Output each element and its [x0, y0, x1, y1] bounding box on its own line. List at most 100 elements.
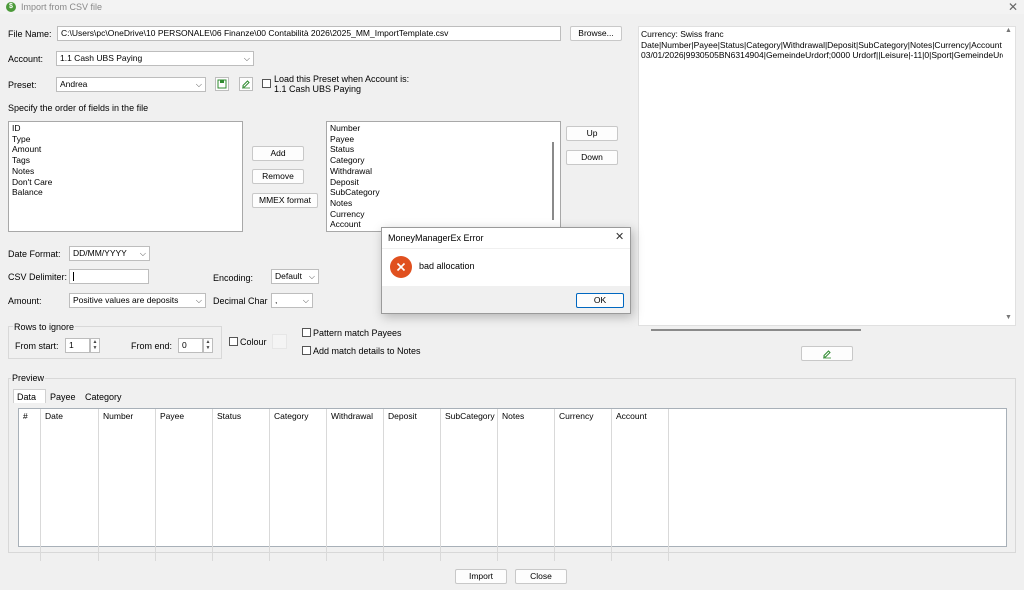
tab-data[interactable]: Data — [13, 389, 46, 403]
error-message: bad allocation — [419, 261, 475, 271]
from-start-label: From start: — [15, 341, 59, 351]
list-item[interactable]: Withdrawal — [330, 166, 557, 177]
decimal-char-value: , — [275, 295, 278, 305]
tab-category[interactable]: Category — [82, 390, 128, 404]
date-format-select[interactable]: DD/MM/YYYY ⌵ — [69, 246, 150, 261]
chevron-down-icon: ⌵ — [139, 249, 146, 258]
move-up-button[interactable]: Up — [566, 126, 618, 141]
selected-fields-list[interactable]: Number Payee Status Category Withdrawal … — [326, 121, 561, 232]
list-item[interactable]: Notes — [330, 198, 557, 209]
add-field-button[interactable]: Add — [252, 146, 304, 161]
colour-swatch[interactable] — [272, 334, 287, 349]
preset-select[interactable]: Andrea ⌵ — [56, 77, 206, 92]
error-icon — [390, 256, 412, 278]
preset-label: Preset: — [8, 80, 37, 90]
list-item[interactable]: Deposit — [330, 177, 557, 188]
list-item[interactable]: Type — [12, 134, 239, 145]
column-header[interactable]: Withdrawal — [327, 409, 384, 561]
column-header[interactable]: Deposit — [384, 409, 441, 561]
ok-button[interactable]: OK — [576, 293, 624, 308]
rows-to-ignore-label: Rows to ignore — [13, 322, 76, 332]
close-button[interactable]: Close — [515, 569, 567, 584]
pattern-match-label: Pattern match Payees — [313, 328, 402, 338]
load-preset-checkbox[interactable] — [262, 79, 271, 88]
file-preview-line: Date|Number|Payee|Status|Category|Withdr… — [641, 39, 1002, 50]
list-item[interactable]: ID — [12, 123, 239, 134]
date-format-label: Date Format: — [8, 249, 61, 259]
save-preset-icon[interactable] — [215, 77, 229, 91]
account-select[interactable]: 1.1 Cash UBS Paying ⌵ — [56, 51, 254, 66]
import-button[interactable]: Import — [455, 569, 507, 584]
tab-payee[interactable]: Payee — [47, 390, 80, 404]
file-preview-text: Currency: Swiss franc Date|Number|Payee|… — [641, 29, 1003, 61]
list-item[interactable]: Category — [330, 155, 557, 166]
chevron-down-icon: ⌵ — [195, 296, 202, 305]
list-item[interactable]: Balance — [12, 187, 239, 198]
column-header[interactable]: Payee — [156, 409, 213, 561]
decimal-char-select[interactable]: , ⌵ — [271, 293, 313, 308]
from-end-label: From end: — [131, 341, 173, 351]
list-item[interactable]: SubCategory — [330, 187, 557, 198]
window-title: Import from CSV file — [21, 2, 103, 12]
file-preview-pane[interactable]: Currency: Swiss franc Date|Number|Payee|… — [638, 26, 1016, 331]
window-close-icon[interactable]: ✕ — [1008, 0, 1018, 14]
error-dialog-close-icon[interactable]: ✕ — [615, 230, 624, 243]
column-header[interactable]: Notes — [498, 409, 555, 561]
preview-table[interactable]: # Date Number Payee Status Category With… — [18, 408, 1007, 561]
column-header[interactable]: # — [19, 409, 41, 561]
load-preset-label-line2: 1.1 Cash UBS Paying — [274, 84, 362, 94]
load-preset-label-line1: Load this Preset when Account is: — [274, 74, 410, 84]
text-cursor — [73, 272, 74, 282]
file-name-input[interactable]: C:\Users\pc\OneDrive\10 PERSONALE\06 Fin… — [57, 26, 561, 41]
add-match-checkbox[interactable] — [302, 346, 311, 355]
amount-value: Positive values are deposits — [73, 295, 179, 305]
chevron-down-icon: ⌵ — [308, 272, 315, 281]
amount-select[interactable]: Positive values are deposits ⌵ — [69, 293, 206, 308]
remove-field-button[interactable]: Remove — [252, 169, 304, 184]
from-end-input[interactable]: 0 — [178, 338, 203, 353]
csv-delimiter-label: CSV Delimiter: — [8, 272, 68, 282]
list-item[interactable]: Payee — [330, 134, 557, 145]
column-header[interactable]: Currency — [555, 409, 612, 561]
pattern-match-checkbox[interactable] — [302, 328, 311, 337]
list-item[interactable]: Status — [330, 144, 557, 155]
column-header[interactable]: Date — [41, 409, 99, 561]
app-icon: $ — [6, 2, 16, 12]
error-dialog-title: MoneyManagerEx Error — [388, 233, 484, 243]
list-item[interactable]: Tags — [12, 155, 239, 166]
column-header[interactable]: Number — [99, 409, 156, 561]
load-preset-label: Load this Preset when Account is: 1.1 Ca… — [274, 74, 409, 94]
fields-section-label: Specify the order of fields in the file — [8, 103, 149, 113]
move-down-button[interactable]: Down — [566, 150, 618, 165]
from-start-input[interactable]: 1 — [65, 338, 90, 353]
edit-preset-icon[interactable] — [239, 77, 253, 91]
column-header[interactable]: Category — [270, 409, 327, 561]
list-item[interactable]: Don't Care — [12, 177, 239, 188]
column-header[interactable]: Status — [213, 409, 270, 561]
from-start-spinner[interactable]: ▲ ▼ — [90, 338, 100, 353]
encoding-select[interactable]: Default ⌵ — [271, 269, 319, 284]
colour-checkbox[interactable] — [229, 337, 238, 346]
horizontal-scrollbar[interactable] — [651, 329, 861, 331]
chevron-down-icon: ⌵ — [302, 296, 309, 305]
column-header[interactable]: Account — [612, 409, 669, 561]
edit-preview-button[interactable] — [801, 346, 853, 361]
browse-button[interactable]: Browse... — [570, 26, 622, 41]
column-header[interactable]: SubCategory — [441, 409, 498, 561]
list-scrollbar[interactable] — [552, 142, 554, 220]
scroll-down-icon[interactable]: ▼ — [1005, 314, 1012, 321]
preview-label: Preview — [11, 373, 46, 383]
from-end-spinner[interactable]: ▲ ▼ — [203, 338, 213, 353]
title-bar — [0, 0, 1024, 14]
account-label: Account: — [8, 54, 44, 64]
list-item[interactable]: Number — [330, 123, 557, 134]
preview-table-header: # Date Number Payee Status Category With… — [19, 409, 669, 561]
chevron-down-icon: ⌵ — [243, 54, 250, 63]
available-fields-list[interactable]: ID Type Amount Tags Notes Don't Care Bal… — [8, 121, 243, 232]
list-item[interactable]: Currency — [330, 209, 557, 220]
csv-delimiter-input[interactable] — [69, 269, 149, 284]
list-item[interactable]: Notes — [12, 166, 239, 177]
list-item[interactable]: Amount — [12, 144, 239, 155]
scroll-up-icon[interactable]: ▲ — [1005, 27, 1012, 34]
mmex-format-button[interactable]: MMEX format — [252, 193, 318, 208]
